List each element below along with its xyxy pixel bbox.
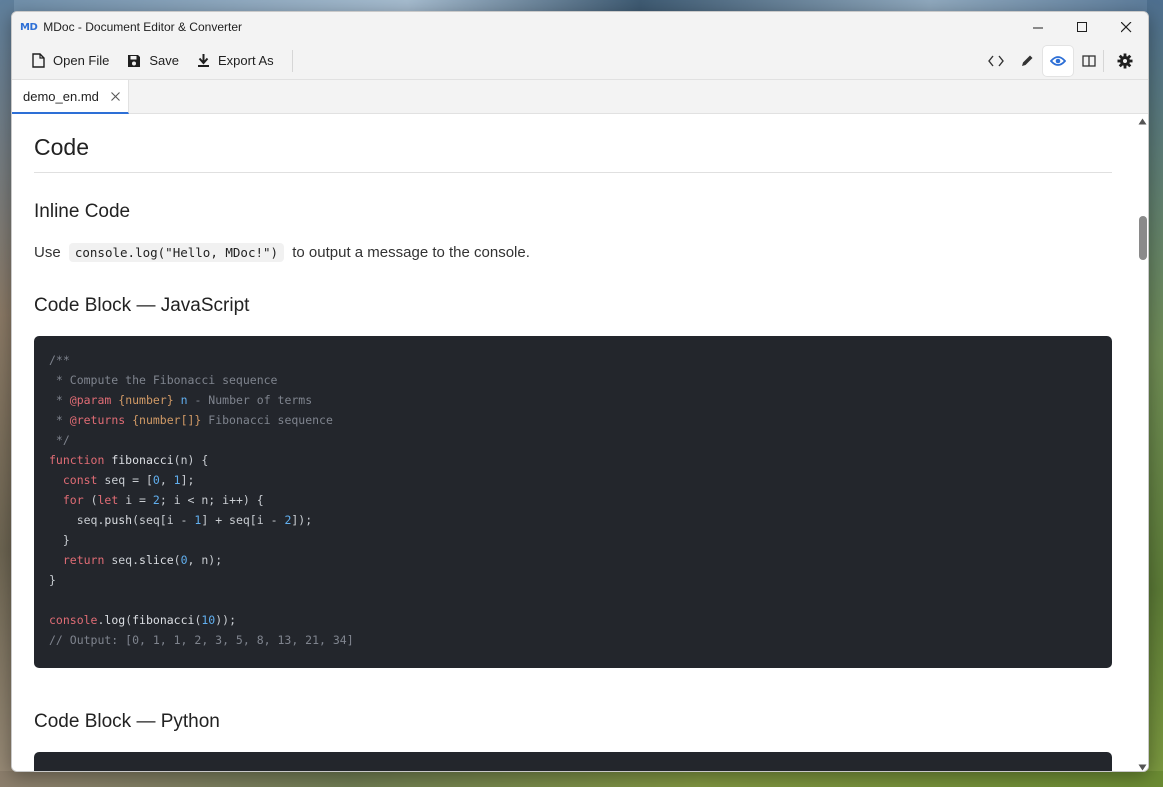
scrollbar-thumb[interactable] (1139, 216, 1147, 260)
maximize-icon (1076, 21, 1087, 32)
split-view-button[interactable] (1074, 46, 1104, 76)
minimize-icon (1032, 27, 1043, 28)
app-logo-icon: MD (20, 21, 38, 33)
eye-icon (1050, 56, 1066, 66)
close-window-button[interactable] (1104, 12, 1148, 42)
tab-close-button[interactable] (111, 91, 120, 101)
main-toolbar: Open File Save Export As (12, 42, 1148, 80)
toolbar-divider (291, 49, 293, 72)
tab-demo-en[interactable]: demo_en.md (12, 80, 129, 114)
save-label: Save (149, 53, 180, 68)
heading-rule (34, 172, 1112, 173)
scroll-up-arrow-icon[interactable] (1138, 118, 1147, 125)
inline-code-paragraph: Use console.log("Hello, MDoc!") to outpu… (34, 243, 530, 262)
para-text-after: to output a message to the console. (292, 244, 530, 261)
tab-label: demo_en.md (23, 88, 99, 104)
export-as-button[interactable]: Export As (189, 46, 282, 76)
code-icon (988, 55, 1004, 67)
gear-icon (1117, 53, 1133, 69)
inline-code-span: console.log("Hello, MDoc!") (68, 243, 285, 262)
close-icon (111, 91, 120, 101)
export-as-label: Export As (218, 53, 274, 68)
para-text-before: Use (34, 244, 61, 261)
settings-button[interactable] (1110, 46, 1140, 76)
download-icon (198, 54, 210, 67)
tab-bar: demo_en.md (12, 80, 1148, 114)
toolbar-divider-right (1103, 50, 1104, 72)
window-controls (1016, 12, 1148, 42)
vertical-scrollbar[interactable] (1134, 114, 1148, 771)
code-block-python[interactable] (34, 752, 1112, 771)
edit-view-button[interactable] (1012, 46, 1042, 76)
preview-pane[interactable]: Code Inline Code Use console.log("Hello,… (12, 114, 1148, 771)
heading-code: Code (34, 134, 89, 160)
open-file-button[interactable]: Open File (24, 46, 117, 76)
desktop-wallpaper-right (1147, 0, 1163, 787)
save-icon (128, 54, 141, 67)
window-title: MDoc - Document Editor & Converter (43, 20, 242, 34)
app-window: MD MDoc - Document Editor & Converter Op… (11, 11, 1149, 772)
scroll-down-arrow-icon[interactable] (1138, 764, 1147, 771)
split-icon (1082, 55, 1096, 67)
heading-inline-code: Inline Code (34, 201, 131, 222)
maximize-button[interactable] (1060, 12, 1104, 42)
source-view-button[interactable] (981, 46, 1011, 76)
open-file-label: Open File (53, 53, 110, 68)
code-block-content: /** * Compute the Fibonacci sequence * @… (49, 353, 354, 647)
preview-view-button[interactable] (1043, 46, 1073, 76)
title-bar[interactable]: MD MDoc - Document Editor & Converter (12, 12, 1148, 42)
view-mode-group (980, 46, 1104, 76)
code-block-javascript[interactable]: /** * Compute the Fibonacci sequence * @… (34, 336, 1112, 668)
close-icon (1120, 21, 1131, 32)
desktop-wallpaper-bottom (0, 771, 1163, 787)
heading-code-block-javascript: Code Block — JavaScript (34, 295, 250, 316)
pencil-icon (1022, 55, 1033, 66)
save-button[interactable]: Save (119, 46, 187, 76)
minimize-button[interactable] (1016, 12, 1060, 42)
heading-code-block-python: Code Block — Python (34, 711, 220, 732)
file-icon (32, 53, 45, 68)
